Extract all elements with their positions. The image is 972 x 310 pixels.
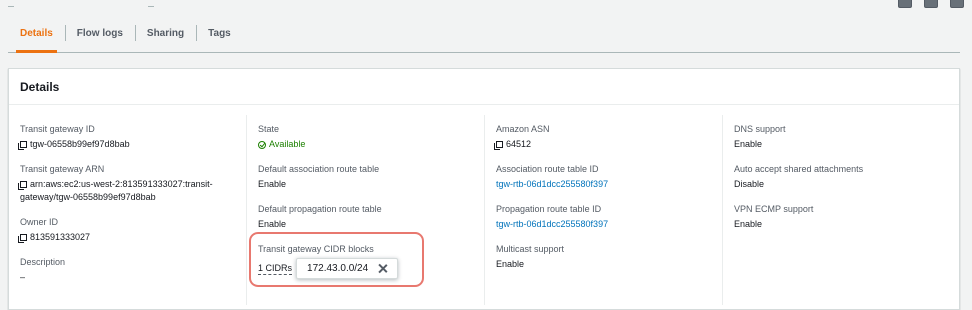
field-value: Enable bbox=[734, 139, 763, 149]
field-label: Auto accept shared attachments bbox=[734, 164, 864, 174]
check-circle-icon bbox=[258, 140, 266, 149]
field-value: Enable bbox=[258, 179, 287, 189]
description-value: – bbox=[20, 272, 26, 282]
cidr-count-trigger[interactable]: 1 CIDRs bbox=[258, 263, 293, 275]
status-badge: Available bbox=[258, 138, 398, 151]
field-dns-support: DNS support Enable bbox=[734, 123, 863, 151]
field-label: Transit gateway CIDR blocks bbox=[258, 244, 374, 254]
tab-details[interactable]: Details bbox=[8, 14, 65, 53]
state-value: Available bbox=[269, 139, 306, 149]
field-amazon-asn: Amazon ASN 64512 bbox=[494, 123, 608, 151]
field-label: State bbox=[258, 124, 280, 134]
field-value: tgw-06558b99ef97d8bab bbox=[18, 138, 230, 151]
close-icon[interactable] bbox=[378, 264, 387, 273]
top-strip bbox=[0, 0, 972, 14]
details-column-2: State Available Default association rout… bbox=[258, 123, 399, 291]
tab-flow-logs[interactable]: Flow logs bbox=[64, 14, 135, 52]
field-label: Default association route table bbox=[258, 164, 380, 174]
transit-gateway-arn-value: arn:aws:ec2:us-west-2:813591333027:trans… bbox=[20, 179, 213, 202]
copy-icon[interactable] bbox=[494, 141, 503, 150]
field-auto-accept-shared-attachments: Auto accept shared attachments Disable bbox=[734, 163, 863, 191]
field-label: Propagation route table ID bbox=[496, 204, 602, 214]
field-label: Association route table ID bbox=[496, 164, 599, 174]
panel-title: Details bbox=[9, 69, 959, 105]
field-vpn-ecmp-support: VPN ECMP support Enable bbox=[734, 203, 863, 231]
column-divider bbox=[722, 115, 723, 305]
field-association-route-table-id: Association route table ID tgw-rtb-06d1d… bbox=[496, 163, 608, 191]
field-value: 813591333027 bbox=[18, 231, 230, 244]
transit-gateway-id-value: tgw-06558b99ef97d8bab bbox=[30, 139, 130, 149]
cidr-value-row: 1 CIDRs 172.43.0.0/24 bbox=[258, 258, 399, 279]
copy-icon[interactable] bbox=[18, 141, 27, 150]
cidr-popover: 172.43.0.0/24 bbox=[296, 258, 399, 279]
top-right-icons bbox=[898, 0, 964, 8]
details-column-1: Transit gateway ID tgw-06558b99ef97d8bab… bbox=[18, 123, 230, 296]
owner-id-value: 813591333027 bbox=[30, 232, 91, 242]
column-divider bbox=[484, 115, 485, 305]
tab-bar: Details Flow logs Sharing Tags bbox=[8, 14, 960, 53]
copy-icon[interactable] bbox=[18, 234, 27, 243]
field-value: Enable bbox=[496, 259, 525, 269]
decorative-tick bbox=[148, 6, 154, 7]
field-value: Enable bbox=[258, 219, 287, 229]
window-icon[interactable] bbox=[898, 0, 912, 8]
field-label: DNS support bbox=[734, 124, 786, 134]
field-description: Description – bbox=[20, 256, 230, 284]
field-label: Transit gateway ARN bbox=[20, 164, 105, 174]
association-route-table-link[interactable]: tgw-rtb-06d1dcc255580f397 bbox=[496, 178, 608, 191]
field-owner-id: Owner ID 813591333027 bbox=[18, 216, 230, 244]
field-label: Description bbox=[20, 257, 66, 267]
details-column-4: DNS support Enable Auto accept shared at… bbox=[734, 123, 863, 243]
field-label: Multicast support bbox=[496, 244, 565, 254]
field-transit-gateway-arn: Transit gateway ARN arn:aws:ec2:us-west-… bbox=[18, 163, 230, 204]
window-icon[interactable] bbox=[924, 0, 938, 8]
field-value: Disable bbox=[734, 179, 765, 189]
field-label: VPN ECMP support bbox=[734, 204, 814, 214]
decorative-tick bbox=[8, 6, 14, 7]
copy-icon[interactable] bbox=[18, 181, 27, 190]
window-icon[interactable] bbox=[950, 0, 964, 8]
column-divider bbox=[246, 115, 247, 305]
field-default-association-route-table: Default association route table Enable bbox=[258, 163, 398, 191]
field-default-propagation-route-table: Default propagation route table Enable bbox=[258, 203, 398, 231]
field-state: State Available bbox=[258, 123, 398, 151]
field-propagation-route-table-id: Propagation route table ID tgw-rtb-06d1d… bbox=[496, 203, 608, 231]
field-transit-gateway-id: Transit gateway ID tgw-06558b99ef97d8bab bbox=[18, 123, 230, 151]
field-value: Enable bbox=[734, 219, 763, 229]
tab-sharing[interactable]: Sharing bbox=[134, 14, 196, 52]
field-value: arn:aws:ec2:us-west-2:813591333027:trans… bbox=[18, 178, 230, 204]
field-label: Transit gateway ID bbox=[20, 124, 95, 134]
amazon-asn-value: 64512 bbox=[506, 139, 532, 149]
field-label: Default propagation route table bbox=[258, 204, 382, 214]
tab-tags[interactable]: Tags bbox=[196, 14, 243, 52]
cidr-block-value: 172.43.0.0/24 bbox=[307, 263, 369, 274]
details-column-3: Amazon ASN 64512 Association route table… bbox=[494, 123, 608, 283]
details-panel: Details Transit gateway ID tgw-06558b99e… bbox=[8, 68, 960, 310]
field-value: 64512 bbox=[494, 138, 608, 151]
field-cidr-blocks: Transit gateway CIDR blocks 1 CIDRs 172.… bbox=[258, 243, 399, 279]
propagation-route-table-link[interactable]: tgw-rtb-06d1dcc255580f397 bbox=[496, 218, 608, 231]
field-multicast-support: Multicast support Enable bbox=[496, 243, 608, 271]
field-label: Owner ID bbox=[20, 217, 59, 227]
field-label: Amazon ASN bbox=[496, 124, 550, 134]
